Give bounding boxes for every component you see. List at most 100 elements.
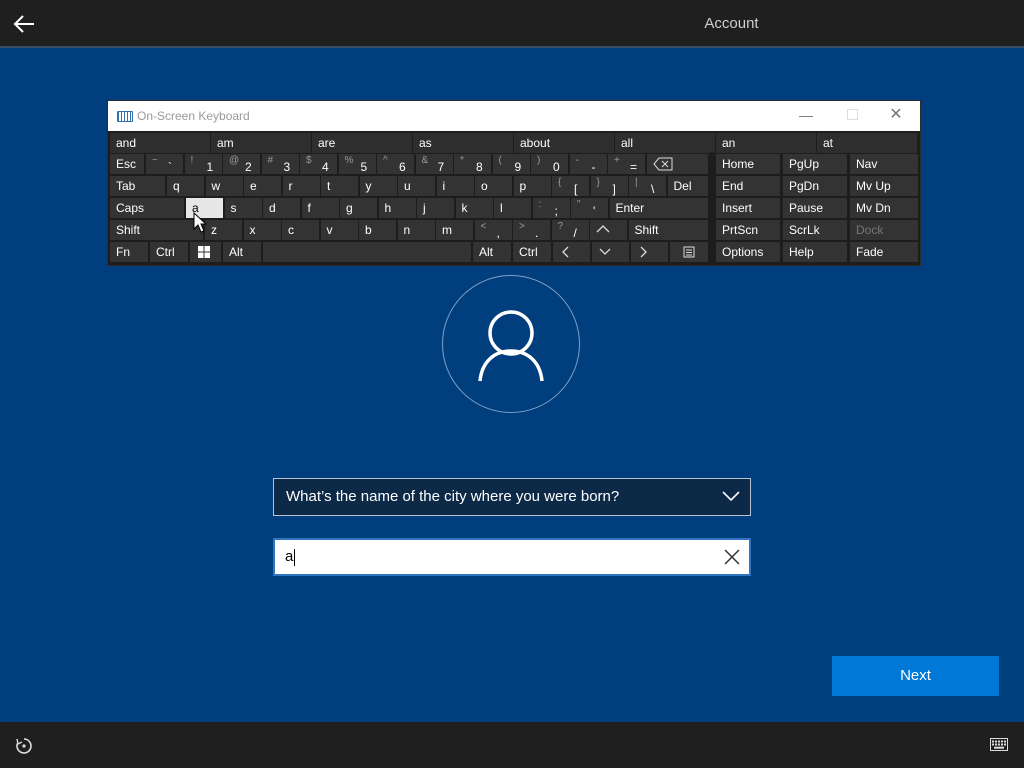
delete-key[interactable]: Del [667,176,708,196]
nav-key-dock[interactable]: Dock [850,220,918,240]
key-k[interactable]: k [455,198,493,218]
alt-key-left[interactable]: Alt [223,242,261,262]
number-key-2[interactable]: @2 [223,154,260,174]
esc-key[interactable]: Esc [110,154,144,174]
prediction-an[interactable]: an [716,133,816,153]
up-arrow-key[interactable] [590,220,627,240]
backspace-key[interactable] [646,154,708,174]
next-button[interactable]: Next [832,656,999,696]
key-y[interactable]: y [359,176,397,196]
nav-key-nav[interactable]: Nav [850,154,918,174]
right-arrow-key[interactable] [631,242,668,262]
number-key-8[interactable]: * 8 [454,154,491,174]
caps-key[interactable]: Caps [110,198,184,218]
nav-key-pgup[interactable]: PgUp [783,154,847,174]
nav-key-pause[interactable]: Pause [783,198,847,218]
key-p[interactable]: p [513,176,551,196]
nav-key-scrlk[interactable]: ScrLk [783,220,847,240]
prediction-about[interactable]: about [514,133,614,153]
ease-of-access-icon[interactable] [14,736,34,756]
menu-key[interactable] [670,242,708,262]
left-arrow-key[interactable] [553,242,590,262]
shift-key-left[interactable]: Shift [110,220,203,240]
key-t[interactable]: t [321,176,358,196]
key-r[interactable]: r [282,176,320,196]
tab-key[interactable]: Tab [110,176,165,196]
minimize-button[interactable]: — [786,101,826,131]
key-n[interactable]: n [397,220,435,240]
key-g[interactable]: g [340,198,377,218]
prediction-and[interactable]: and [110,133,210,153]
key-z[interactable]: z [205,220,242,240]
key-e[interactable]: e [244,176,281,196]
number-key-1[interactable]: ! 1 [184,154,222,174]
number-key-0[interactable]: ) 0 [531,154,568,174]
security-question-dropdown[interactable]: What’s the name of the city where you we… [273,478,751,516]
key-m[interactable]: m [436,220,473,240]
bracket-key-1[interactable]: }] [590,176,628,196]
nav-key-end[interactable]: End [716,176,780,196]
punct-key-1[interactable]: " ' [571,198,608,218]
fn-key[interactable]: Fn [110,242,148,262]
key-a[interactable]: a [186,198,223,218]
number-key-3[interactable]: #3 [261,154,299,174]
key-s[interactable]: s [224,198,262,218]
number-key--[interactable]: -- [569,154,607,174]
key-h[interactable]: h [378,198,416,218]
key-u[interactable]: u [398,176,435,196]
punct-key-0[interactable]: :; [532,198,570,218]
nav-key-options[interactable]: Options [716,242,780,262]
prediction-at[interactable]: at [817,133,917,153]
nav-key-pgdn[interactable]: PgDn [783,176,847,196]
nav-key-mv-up[interactable]: Mv Up [850,176,918,196]
key-c[interactable]: c [282,220,319,240]
key-v[interactable]: v [320,220,358,240]
number-key-=[interactable]: + = [608,154,645,174]
key-j[interactable]: j [417,198,454,218]
nav-key-insert[interactable]: Insert [716,198,780,218]
key-o[interactable]: o [475,176,512,196]
windows-key[interactable] [190,242,221,262]
maximize-button[interactable] [832,101,872,131]
space-key[interactable] [263,242,471,262]
punct-key-r4-2[interactable]: ? / [551,220,589,240]
punct-key-r4-0[interactable]: <, [474,220,512,240]
nav-key-mv-dn[interactable]: Mv Dn [850,198,918,218]
punct-key-r4-1[interactable]: >. [513,220,550,240]
keyboard-icon[interactable] [990,738,1008,751]
nav-key-prtscn[interactable]: PrtScn [716,220,780,240]
key-b[interactable]: b [359,220,396,240]
key-d[interactable]: d [263,198,300,218]
ctrl-key-left[interactable]: Ctrl [150,242,188,262]
number-key-6[interactable]: ^ 6 [377,154,414,174]
nav-key-help[interactable]: Help [783,242,847,262]
enter-key[interactable]: Enter [609,198,708,218]
down-arrow-key[interactable] [592,242,629,262]
prediction-as[interactable]: as [413,133,513,153]
number-key-`[interactable]: ~ ` [146,154,183,174]
number-key-9[interactable]: (9 [492,154,530,174]
number-key-4[interactable]: $4 [300,154,337,174]
bracket-key-0[interactable]: {[ [552,176,589,196]
shift-key-right[interactable]: Shift [628,220,708,240]
prediction-am[interactable]: am [211,133,311,153]
bracket-key-2[interactable]: | \ [629,176,666,196]
key-f[interactable]: f [301,198,339,218]
key-x[interactable]: x [243,220,281,240]
number-key-7[interactable]: & 7 [415,154,453,174]
alt-key-right[interactable]: Alt [473,242,511,262]
key-i[interactable]: i [436,176,474,196]
key-q[interactable]: q [167,176,204,196]
prediction-are[interactable]: are [312,133,412,153]
back-arrow-icon[interactable] [12,12,36,36]
prediction-all[interactable]: all [615,133,715,153]
key-w[interactable]: w [205,176,243,196]
key-l[interactable]: l [494,198,531,218]
nav-key-home[interactable]: Home [716,154,780,174]
clear-icon[interactable] [723,548,741,566]
security-answer-input[interactable]: a [273,538,751,576]
nav-key-fade[interactable]: Fade [850,242,918,262]
close-button[interactable]: ✕ [876,101,916,131]
number-key-5[interactable]: % 5 [338,154,376,174]
ctrl-key-right[interactable]: Ctrl [513,242,551,262]
